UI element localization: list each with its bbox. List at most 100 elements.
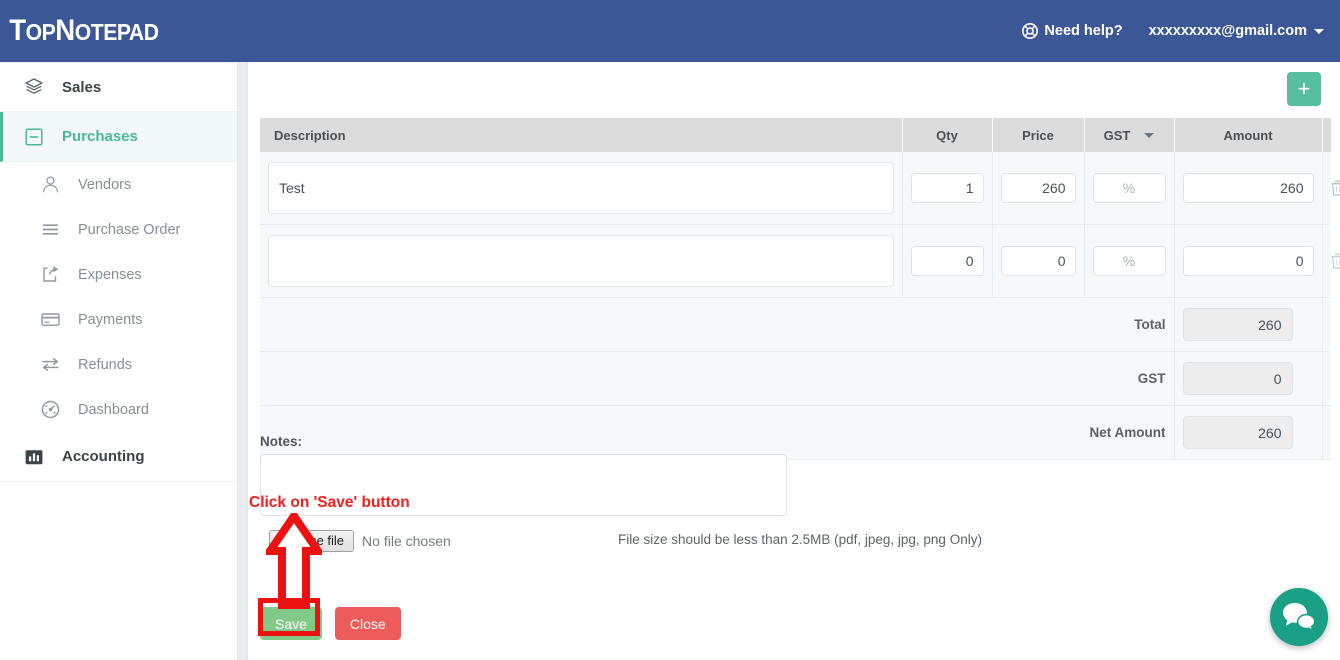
sidebar-item-purchase-order[interactable]: Purchase Order: [0, 207, 237, 252]
sidebar-group-label-accounting: Accounting: [62, 448, 145, 465]
sidebar-item-label-vendors: Vendors: [78, 176, 132, 193]
sidebar-item-dashboard[interactable]: Dashboard: [0, 387, 237, 432]
cell-description: [260, 152, 903, 225]
cell-gst: [1084, 152, 1175, 225]
sidebar-item-refunds[interactable]: Refunds: [0, 342, 237, 387]
sidebar-item-label-expenses: Expenses: [78, 266, 142, 283]
row-gst-input-2[interactable]: [1092, 246, 1166, 276]
table-header-row: Description Qty Price GST Amount: [260, 118, 1331, 152]
sidebar-item-label-refunds: Refunds: [78, 356, 133, 373]
gst-total-value-input[interactable]: [1182, 362, 1293, 395]
need-help-label: Need help?: [1044, 23, 1123, 39]
gst-total-value-cell: [1174, 351, 1323, 406]
sidebar: Sales Purchases Vendors Purchase Order E…: [0, 62, 238, 660]
chat-widget-button[interactable]: [1270, 588, 1328, 646]
totals-row-net-amount: Net Amount: [260, 405, 1331, 460]
row-price-input-1[interactable]: [1000, 173, 1076, 203]
table-row: [260, 152, 1340, 225]
layers-icon: [25, 78, 43, 94]
table-head: Description Qty Price GST Amount: [260, 118, 1331, 152]
line-items-table: Description Qty Price GST Amount Test 1 …: [260, 118, 1340, 460]
row-description-input-2[interactable]: [268, 235, 894, 287]
annotation-text: Click on 'Save' button: [249, 494, 410, 511]
table-row: [260, 224, 1340, 298]
row-amount-input-2[interactable]: [1182, 246, 1314, 276]
trash-icon[interactable]: [1331, 253, 1340, 269]
cell-price: [992, 152, 1085, 225]
sidebar-item-label-payments: Payments: [78, 311, 143, 328]
sidebar-group-label-sales: Sales: [62, 78, 102, 96]
column-header-gst-label: GST: [1103, 127, 1131, 143]
top-header-bar: TOPNOTEPAD Need help? xxxxxxxxx@gmail.co…: [0, 0, 1340, 62]
sidebar-item-label-dashboard: Dashboard: [78, 401, 149, 418]
row-amount-input-1[interactable]: [1182, 173, 1314, 203]
sidebar-group-accounting[interactable]: Accounting: [0, 432, 237, 482]
row-qty-input-1[interactable]: [910, 173, 984, 203]
gst-total-label: GST: [260, 351, 1175, 406]
add-row-button[interactable]: +: [1287, 72, 1321, 106]
total-label: Total: [260, 297, 1175, 352]
cell-qty: [902, 224, 993, 298]
sidebar-item-expenses[interactable]: Expenses: [0, 252, 237, 297]
column-header-gst[interactable]: GST: [1084, 118, 1175, 152]
total-value-cell: [1174, 297, 1323, 352]
list-icon: [43, 224, 58, 235]
totals-spacer: [1322, 297, 1331, 352]
row-qty-input-2[interactable]: [910, 246, 984, 276]
header-right-group: Need help? xxxxxxxxx@gmail.com: [1022, 23, 1340, 39]
main-content: + Description Qty Price GST Amount Test …: [249, 62, 1340, 660]
life-ring-icon: [1022, 23, 1039, 39]
sidebar-item-payments[interactable]: Payments: [0, 297, 237, 342]
column-header-amount: Amount: [1174, 118, 1323, 152]
row-price-input-2[interactable]: [1000, 246, 1076, 276]
row-description-input-1[interactable]: [268, 162, 894, 214]
sidebar-group-label-purchases: Purchases: [62, 128, 138, 145]
table-body: Total GST Net Amount: [260, 152, 1340, 460]
notes-label: Notes:: [260, 434, 303, 449]
column-header-description: Description: [260, 118, 903, 152]
credit-card-icon: [41, 313, 60, 326]
net-amount-label: Net Amount: [260, 405, 1175, 460]
sidebar-group-purchases[interactable]: Purchases: [0, 112, 237, 162]
cell-delete: [1322, 224, 1340, 298]
sidebar-item-label-purchase-order: Purchase Order: [78, 221, 181, 238]
sidebar-item-vendors[interactable]: Vendors: [0, 162, 237, 207]
cell-amount: [1174, 224, 1323, 298]
cell-description: [260, 224, 903, 298]
app-logo[interactable]: TOPNOTEPAD: [0, 14, 159, 48]
user-account-menu[interactable]: xxxxxxxxx@gmail.com: [1149, 23, 1324, 39]
need-help-button[interactable]: Need help?: [1022, 23, 1123, 39]
totals-spacer: [1322, 351, 1331, 406]
chat-bubbles-icon: [1283, 603, 1316, 632]
chevron-down-icon[interactable]: [1144, 132, 1155, 138]
user-icon: [43, 176, 58, 193]
cell-amount: [1174, 152, 1323, 225]
save-button[interactable]: Save: [260, 607, 322, 640]
close-button[interactable]: Close: [334, 607, 401, 640]
net-amount-value-input[interactable]: [1182, 416, 1293, 449]
share-icon: [43, 266, 59, 282]
row-gst-input-1[interactable]: [1092, 173, 1166, 203]
user-email-label: xxxxxxxxx@gmail.com: [1148, 23, 1307, 39]
vertical-scrollbar[interactable]: [238, 62, 248, 660]
column-header-qty: Qty: [902, 118, 993, 152]
app-root: TOPNOTEPAD Need help? xxxxxxxxx@gmail.co…: [0, 0, 1340, 660]
caret-down-icon: [1314, 28, 1324, 34]
file-status-label: No file chosen: [362, 533, 451, 549]
cell-gst: [1084, 224, 1175, 298]
cell-delete: [1322, 152, 1340, 225]
form-action-buttons: Save Close: [260, 607, 401, 640]
bar-chart-icon: [25, 449, 43, 464]
trash-icon[interactable]: [1331, 180, 1340, 196]
minus-square-icon: [25, 127, 43, 146]
up-arrow-icon: [266, 513, 322, 609]
total-value-input[interactable]: [1182, 308, 1293, 341]
exchange-icon: [42, 358, 59, 371]
totals-spacer: [1322, 405, 1331, 460]
column-header-actions: [1322, 118, 1331, 152]
sidebar-group-sales[interactable]: Sales: [0, 62, 237, 112]
column-header-price: Price: [992, 118, 1085, 152]
cell-price: [992, 224, 1085, 298]
gauge-icon: [41, 400, 60, 419]
net-amount-value-cell: [1174, 405, 1323, 460]
